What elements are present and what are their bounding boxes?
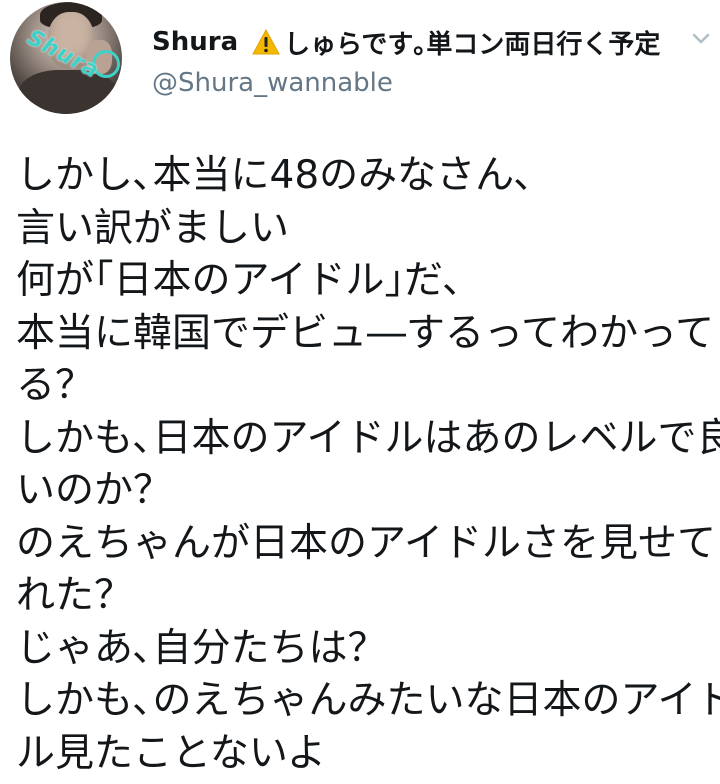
tweet: Shura Shura しゅらです｡単コン両日行く予定 @Shura_wanna… <box>0 0 720 784</box>
chevron-down-icon[interactable] <box>692 30 710 44</box>
name-row: Shura しゅらです｡単コン両日行く予定 <box>152 20 692 64</box>
tweet-text: しかし､本当に48のみなさん､ 言い訳がましい 何が｢日本のアイドル｣だ､ 本当… <box>16 150 720 780</box>
display-name[interactable]: Shura <box>152 27 238 57</box>
tweet-text-line: じゃあ､自分たちは？ <box>16 625 387 671</box>
tweet-text-line: 本当に韓国でデビュ―するってわかって <box>16 310 715 356</box>
tweet-text-line: 言い訳がましい <box>16 205 290 251</box>
tweet-text-line: 何が｢日本のアイドル｣だ､ <box>16 258 463 303</box>
avatar[interactable]: Shura <box>10 2 122 114</box>
tweet-text-line: しかも､日本のアイドルはあのレベルで良 <box>16 415 720 461</box>
tweet-text-line: しかし､本当に48のみなさん､ <box>16 153 534 198</box>
tweet-header: Shura しゅらです｡単コン両日行く予定 @Shura_wannable <box>152 20 692 98</box>
tweet-text-line: しかも､のえちゃんみたいな日本のアイド <box>16 678 720 723</box>
tweet-text-line: いのか？ <box>16 468 173 513</box>
tweet-text-line: れた？ <box>16 573 134 618</box>
warning-sign-icon <box>252 29 280 55</box>
user-handle[interactable]: @Shura_wannable <box>152 68 692 98</box>
tweet-text-line: ル見たことないよ <box>16 730 327 776</box>
display-name-suffix[interactable]: しゅらです｡単コン両日行く予定 <box>284 24 660 61</box>
tweet-text-line: のえちゃんが日本のアイドルさを見せてく <box>16 520 720 566</box>
tweet-text-line: る？ <box>16 363 95 408</box>
